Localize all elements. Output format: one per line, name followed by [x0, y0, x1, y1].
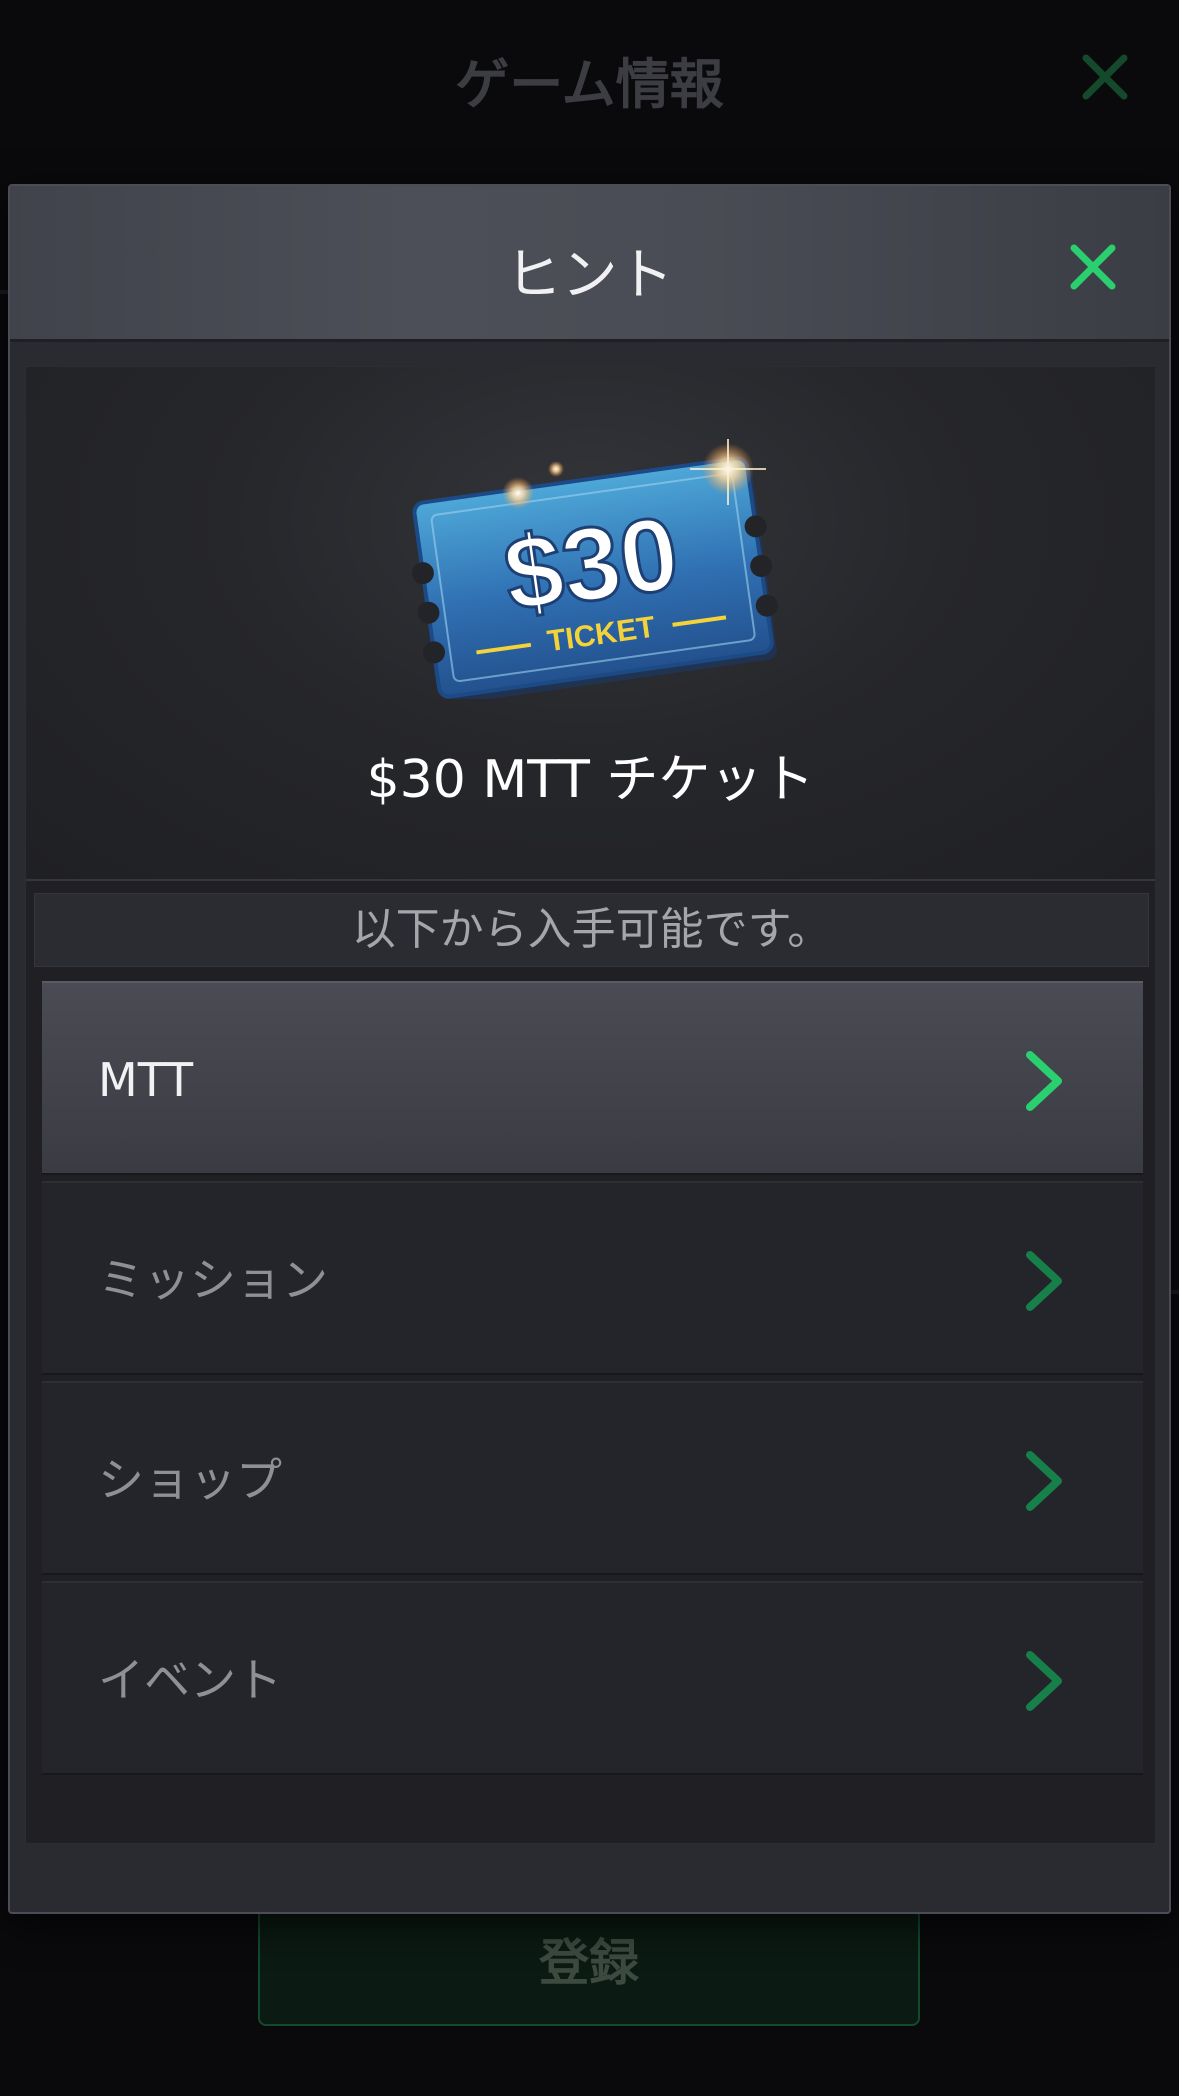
item-preview: $30 TICKET $30 MTT チケット [26, 367, 1155, 881]
sources-heading: 以下から入手可能です。 [34, 893, 1149, 967]
background-title: ゲーム情報 [455, 53, 724, 116]
chevron-right-icon [1026, 1651, 1062, 1711]
chevron-right-icon [1026, 1451, 1062, 1511]
background-close-icon[interactable] [1080, 52, 1130, 102]
register-button[interactable]: 登録 [258, 1900, 920, 2026]
chevron-right-icon [1026, 1051, 1062, 1111]
source-item-shop[interactable]: ショップ [42, 1381, 1143, 1575]
modal-body: $30 TICKET $30 MTT チケット 以下から入手可能です。 MTT [25, 366, 1156, 1844]
source-item-mission[interactable]: ミッション [42, 1181, 1143, 1375]
background-header: ゲーム情報 [0, 0, 1179, 160]
ticket-icon: $30 TICKET [411, 439, 778, 699]
modal-title: ヒント [505, 243, 674, 308]
source-item-label: ショップ [98, 1453, 282, 1507]
chevron-right-icon [1026, 1251, 1062, 1311]
hint-modal: ヒント $30 TICKET $30 MTT チケット 以下から入手可能です。 … [8, 184, 1171, 1914]
source-item-label: MTT [98, 1053, 194, 1107]
screen: ゲーム情報 登録 ヒント $30 TICKET $30 MTT チケット 以下か… [0, 0, 1179, 2096]
item-name: $30 MTT チケット [366, 750, 815, 810]
background-divider [1171, 1290, 1179, 1294]
source-item-event[interactable]: イベント [42, 1581, 1143, 1775]
close-icon[interactable] [1068, 242, 1118, 292]
source-item-label: ミッション [98, 1253, 328, 1307]
source-item-mtt[interactable]: MTT [42, 981, 1143, 1175]
source-item-label: イベント [98, 1653, 282, 1707]
modal-header: ヒント [10, 186, 1169, 342]
background-divider [0, 290, 8, 294]
ticket-amount: $30 [497, 495, 685, 634]
